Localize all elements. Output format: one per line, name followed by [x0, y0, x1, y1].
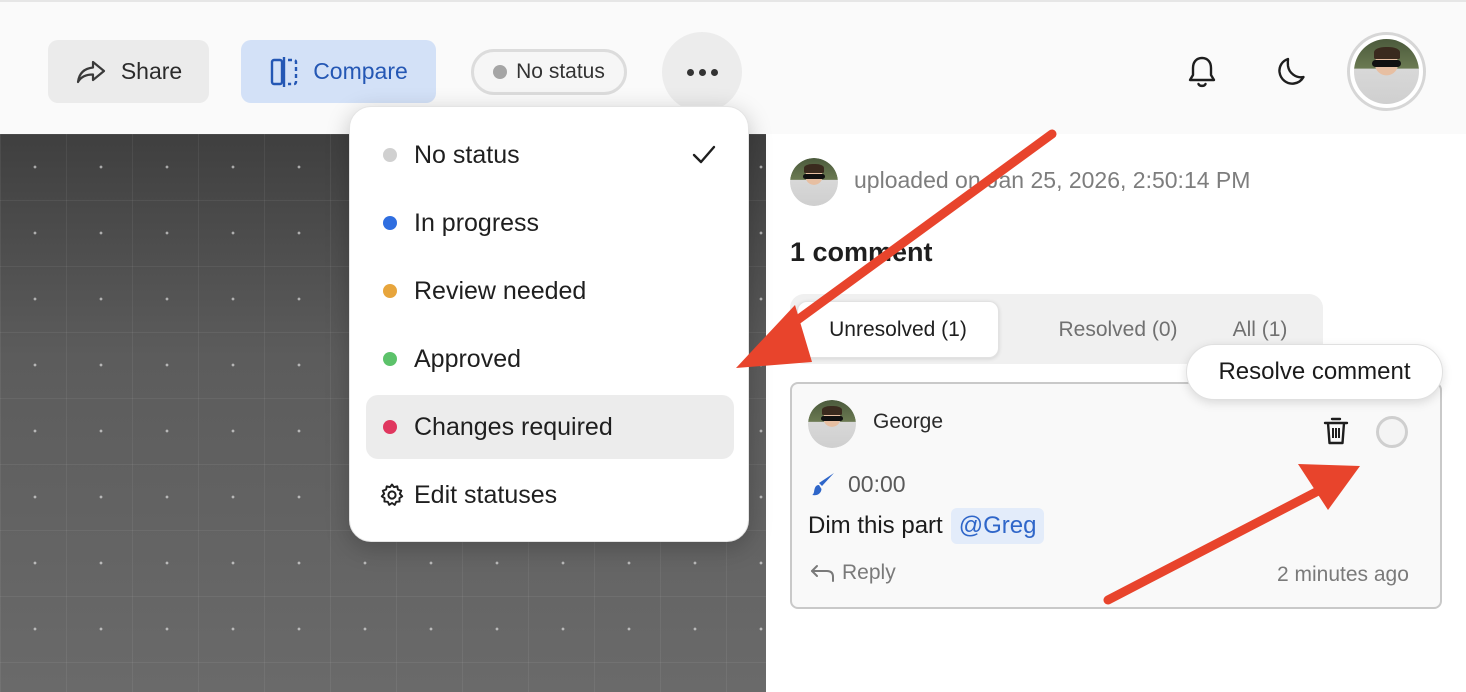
edit-statuses-label: Edit statuses: [414, 480, 558, 509]
status-dot-icon: [383, 216, 397, 230]
share-button[interactable]: Share: [48, 40, 209, 103]
edit-statuses-item[interactable]: Edit statuses: [366, 463, 734, 527]
more-dots-icon: [698, 68, 706, 76]
resolve-comment-tooltip: Resolve comment: [1186, 344, 1443, 400]
avatar-image: [790, 158, 838, 206]
comment-author-avatar: [808, 400, 856, 448]
bell-icon: [1188, 56, 1216, 88]
comment-timecode[interactable]: 00:00: [810, 470, 906, 498]
more-dots-icon: [710, 68, 718, 76]
checkmark-icon: [692, 145, 716, 164]
status-option-in-progress[interactable]: In progress: [366, 191, 734, 255]
status-selector-label: No status: [516, 60, 605, 83]
compare-icon: [270, 56, 298, 87]
status-dot-icon: [383, 420, 397, 434]
reply-label: Reply: [842, 561, 896, 584]
comment-mention[interactable]: @Greg: [950, 508, 1045, 544]
share-label: Share: [120, 58, 183, 84]
trash-icon: [1323, 417, 1349, 445]
gear-icon: [379, 482, 405, 508]
compare-label: Compare: [313, 58, 408, 84]
status-option-approved[interactable]: Approved: [366, 327, 734, 391]
status-option-label: In progress: [414, 208, 540, 237]
upload-info: uploaded on Jan 25, 2026, 2:50:14 PM: [854, 167, 1251, 193]
reply-button[interactable]: Reply: [810, 561, 896, 585]
status-selector[interactable]: No status: [471, 49, 627, 95]
more-dots-icon: [686, 68, 694, 76]
status-dot-icon: [383, 284, 397, 298]
theme-toggle-button[interactable]: [1271, 52, 1311, 92]
avatar-image: [808, 400, 856, 448]
comment-timecode-label: 00:00: [848, 470, 906, 497]
compare-button[interactable]: Compare: [241, 40, 436, 103]
status-option-changes-required[interactable]: Changes required: [366, 395, 734, 459]
delete-comment-button[interactable]: [1322, 416, 1350, 446]
comment-timestamp: 2 minutes ago: [1277, 563, 1409, 586]
comment-text: Dim this part: [808, 512, 943, 539]
tab-unresolved[interactable]: Unresolved (1): [797, 301, 999, 358]
status-option-review-needed[interactable]: Review needed: [366, 259, 734, 323]
status-dot-icon: [493, 65, 508, 79]
status-option-label: No status: [414, 140, 520, 169]
status-dot-icon: [383, 148, 397, 162]
reply-icon: [811, 565, 834, 582]
status-option-label: Changes required: [414, 412, 613, 441]
more-options-button[interactable]: [662, 32, 742, 112]
comments-count-title: 1 comment: [790, 237, 933, 267]
brush-icon: [812, 473, 834, 496]
share-icon: [76, 60, 105, 83]
status-dot-icon: [383, 352, 397, 366]
uploader-avatar: [790, 158, 838, 206]
notifications-button[interactable]: [1182, 52, 1222, 92]
user-avatar[interactable]: [1347, 32, 1426, 111]
avatar-image: [1354, 39, 1419, 104]
comment-author: George: [873, 410, 944, 433]
status-option-no-status[interactable]: No status: [366, 123, 734, 187]
moon-icon: [1278, 57, 1305, 85]
status-option-label: Approved: [414, 344, 522, 373]
status-option-label: Review needed: [414, 276, 587, 305]
tab-resolved[interactable]: Resolved (0): [1018, 301, 1218, 358]
comment-body: Dim this part @Greg: [808, 508, 1045, 544]
status-menu: No status In progress Review needed Appr…: [349, 106, 749, 542]
resolve-comment-checkbox[interactable]: [1376, 416, 1408, 448]
